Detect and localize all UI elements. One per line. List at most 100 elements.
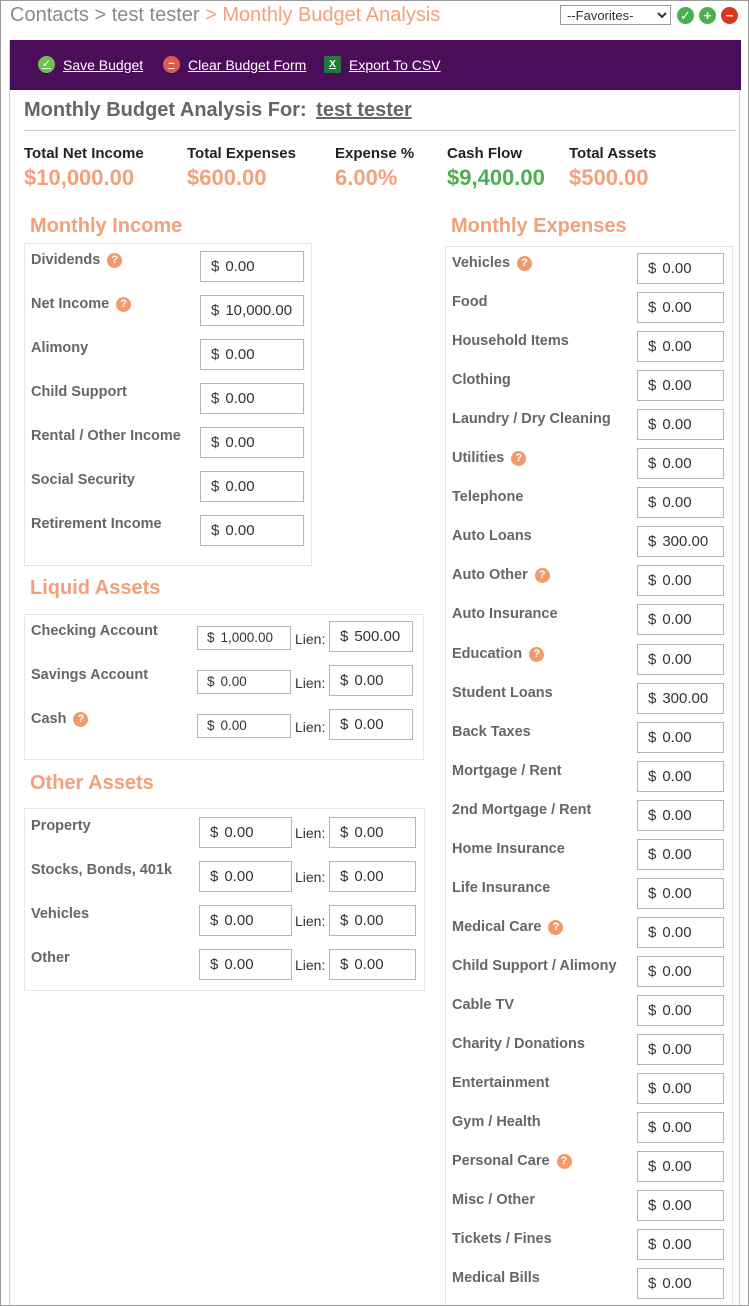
liquid-asset-row: Cash? $0.00 Lien: $0.00 xyxy=(25,709,423,749)
summary-value: $10,000.00 xyxy=(24,165,135,190)
lien-amount-input[interactable]: $0.00 xyxy=(329,949,416,980)
income-amount-input[interactable]: $0.00 xyxy=(200,339,304,370)
currency-symbol: $ xyxy=(648,1041,657,1058)
expense-amount-input[interactable]: $0.00 xyxy=(637,448,724,479)
asset-value-input[interactable]: $0.00 xyxy=(199,949,292,980)
amount-value: 0.00 xyxy=(662,651,692,668)
expense-amount-input[interactable]: $0.00 xyxy=(637,917,724,948)
lien-amount-input[interactable]: $0.00 xyxy=(329,817,416,848)
check-icon[interactable]: ✓ xyxy=(677,7,694,24)
amount-value: 0.00 xyxy=(224,956,254,973)
expense-amount-input[interactable]: $0.00 xyxy=(637,644,724,675)
expense-amount-input[interactable]: $0.00 xyxy=(637,487,724,518)
field-label-text: Cable TV xyxy=(452,997,515,1013)
expense-amount-input[interactable]: $0.00 xyxy=(637,370,724,401)
expense-amount-input[interactable]: $0.00 xyxy=(637,722,724,753)
field-label: Misc / Other xyxy=(452,1192,535,1208)
asset-value-input[interactable]: $0.00 xyxy=(199,905,292,936)
asset-value-input[interactable]: $0.00 xyxy=(197,670,291,694)
field-label-text: Clothing xyxy=(452,372,511,388)
save-budget-button[interactable]: ✓ Save Budget xyxy=(38,56,143,73)
income-amount-input[interactable]: $0.00 xyxy=(200,427,304,458)
expense-amount-input[interactable]: $0.00 xyxy=(637,995,724,1026)
income-amount-input[interactable]: $0.00 xyxy=(200,515,304,546)
minus-icon[interactable]: − xyxy=(721,7,738,24)
expense-amount-input[interactable]: $0.00 xyxy=(637,956,724,987)
breadcrumb-client[interactable]: test tester xyxy=(112,4,200,26)
help-icon[interactable]: ? xyxy=(511,451,527,466)
income-amount-input[interactable]: $10,000.00 xyxy=(200,295,304,326)
expense-amount-input[interactable]: $0.00 xyxy=(637,1190,724,1221)
help-icon[interactable]: ? xyxy=(116,297,132,312)
clear-budget-form-button[interactable]: − Clear Budget Form xyxy=(163,56,306,73)
lien-amount-input[interactable]: $500.00 xyxy=(329,621,413,652)
lien-amount-input[interactable]: $0.00 xyxy=(329,861,416,892)
expense-amount-input[interactable]: $0.00 xyxy=(637,1034,724,1065)
expense-amount-input[interactable]: $0.00 xyxy=(637,1073,724,1104)
expense-amount-input[interactable]: $0.00 xyxy=(637,1112,724,1143)
asset-value-input[interactable]: $0.00 xyxy=(199,817,292,848)
expense-amount-input[interactable]: $0.00 xyxy=(637,1268,724,1299)
expense-amount-input[interactable]: $0.00 xyxy=(637,409,724,440)
asset-value-input[interactable]: $0.00 xyxy=(199,861,292,892)
currency-symbol: $ xyxy=(648,572,657,589)
expense-amount-input[interactable]: $0.00 xyxy=(637,800,724,831)
expense-amount-input[interactable]: $0.00 xyxy=(637,839,724,870)
asset-value-input[interactable]: $0.00 xyxy=(197,714,291,738)
check-icon: ✓ xyxy=(38,56,55,73)
client-name-link[interactable]: test tester xyxy=(316,99,412,121)
income-amount-input[interactable]: $0.00 xyxy=(200,251,304,282)
help-icon[interactable]: ? xyxy=(529,647,545,662)
income-row: Net Income? $10,000.00 xyxy=(25,294,311,334)
help-icon[interactable]: ? xyxy=(73,712,89,727)
field-label-text: Child Support / Alimony xyxy=(452,958,617,974)
help-icon[interactable]: ? xyxy=(107,253,123,268)
expense-amount-input[interactable]: $0.00 xyxy=(637,761,724,792)
amount-value: 0.00 xyxy=(225,258,255,275)
expense-row: Auto Insurance $0.00 xyxy=(446,604,732,640)
currency-symbol: $ xyxy=(211,390,220,407)
expense-amount-input[interactable]: $0.00 xyxy=(637,292,724,323)
amount-value: 0.00 xyxy=(662,572,692,589)
field-label: Gym / Health xyxy=(452,1114,541,1130)
field-label: Other xyxy=(31,950,70,966)
lien-label: Lien: xyxy=(295,869,326,885)
expense-amount-input[interactable]: $0.00 xyxy=(637,253,724,284)
expense-amount-input[interactable]: $0.00 xyxy=(637,878,724,909)
amount-value: 0.00 xyxy=(224,824,254,841)
lien-amount-input[interactable]: $0.00 xyxy=(329,905,416,936)
expense-amount-input[interactable]: $300.00 xyxy=(637,683,724,714)
help-icon[interactable]: ? xyxy=(534,568,550,583)
income-amount-input[interactable]: $0.00 xyxy=(200,471,304,502)
field-label: Back Taxes xyxy=(452,724,531,740)
help-icon[interactable]: ? xyxy=(548,920,564,935)
plus-icon[interactable]: + xyxy=(699,7,716,24)
income-amount-input[interactable]: $0.00 xyxy=(200,383,304,414)
expense-amount-input[interactable]: $0.00 xyxy=(637,331,724,362)
currency-symbol: $ xyxy=(648,1080,657,1097)
expense-amount-input[interactable]: $0.00 xyxy=(637,604,724,635)
asset-value-input[interactable]: $1,000.00 xyxy=(197,626,291,650)
field-label: Mortgage / Rent xyxy=(452,763,562,779)
expense-amount-input[interactable]: $0.00 xyxy=(637,1229,724,1260)
lien-amount-input[interactable]: $0.00 xyxy=(329,709,413,740)
help-icon[interactable]: ? xyxy=(556,1154,572,1169)
currency-symbol: $ xyxy=(648,729,657,746)
help-icon[interactable]: ? xyxy=(517,256,533,271)
field-label: Vehicles xyxy=(31,906,89,922)
currency-symbol: $ xyxy=(648,1236,657,1253)
currency-symbol: $ xyxy=(648,690,657,707)
breadcrumb-separator: > xyxy=(94,4,107,26)
favorites-select[interactable]: --Favorites- xyxy=(560,5,671,25)
lien-amount-input[interactable]: $0.00 xyxy=(329,665,413,696)
field-label: Home Insurance xyxy=(452,841,565,857)
breadcrumb-contacts[interactable]: Contacts xyxy=(10,4,89,26)
expense-amount-input[interactable]: $0.00 xyxy=(637,1151,724,1182)
monthly-expenses-title: Monthly Expenses xyxy=(451,215,627,237)
expense-amount-input[interactable]: $0.00 xyxy=(637,565,724,596)
export-csv-button[interactable]: X Export To CSV xyxy=(324,56,441,73)
lien-label: Lien: xyxy=(295,631,326,647)
save-budget-label: Save Budget xyxy=(63,56,144,73)
expense-amount-input[interactable]: $300.00 xyxy=(637,526,724,557)
expense-row: Medical Care? $0.00 xyxy=(446,917,732,953)
